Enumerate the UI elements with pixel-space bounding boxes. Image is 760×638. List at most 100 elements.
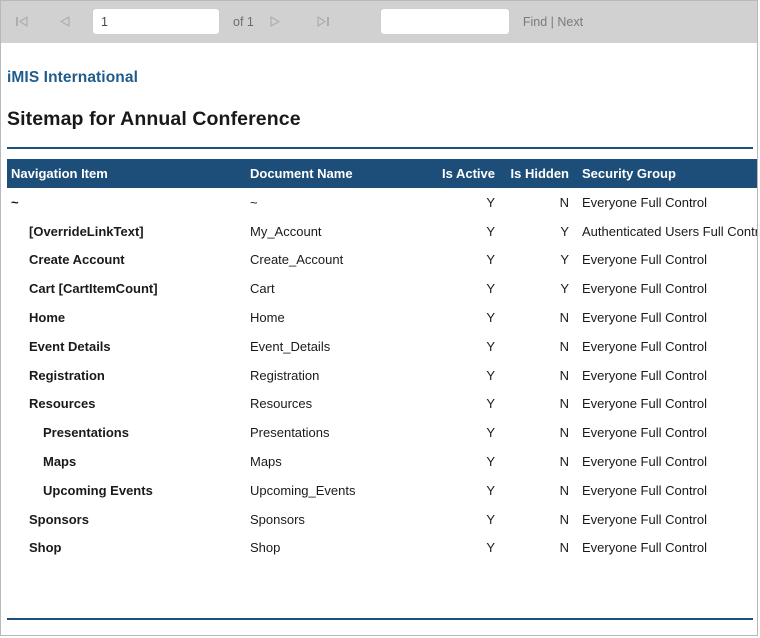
- table-row: ~ ~ Y N Everyone Full Control: [7, 188, 757, 217]
- cell-document-name: Shop: [250, 540, 281, 556]
- cell-security-group: Everyone Full Control: [582, 252, 707, 268]
- next-page-icon: [269, 15, 282, 28]
- last-page-button[interactable]: [310, 10, 338, 34]
- cell-document-name: Registration: [250, 367, 320, 383]
- cell-is-active: Y: [486, 310, 495, 326]
- report-viewer: of 1 Find | Next iMIS International Site…: [0, 0, 758, 636]
- report-toolbar: of 1 Find | Next: [1, 1, 757, 43]
- next-page-button[interactable]: [262, 10, 290, 34]
- page-title: Sitemap for Annual Conference: [7, 108, 301, 130]
- cell-is-active: Y: [486, 281, 495, 297]
- title-divider: [7, 147, 753, 149]
- cell-navigation-item: Maps: [43, 454, 77, 470]
- sitemap-table: Navigation Item Document Name Is Active …: [7, 159, 758, 563]
- cell-is-hidden: Y: [560, 281, 569, 297]
- cell-is-hidden: N: [559, 425, 569, 441]
- cell-is-active: Y: [486, 223, 495, 239]
- first-page-button[interactable]: [7, 10, 35, 34]
- cell-navigation-item: Presentations: [43, 425, 129, 441]
- organization-name: iMIS International: [7, 69, 138, 86]
- cell-is-hidden: N: [559, 482, 569, 498]
- table-header: Navigation Item Document Name Is Active …: [7, 159, 757, 188]
- cell-security-group: Everyone Full Control: [582, 454, 707, 470]
- cell-security-group: Everyone Full Control: [582, 281, 707, 297]
- cell-document-name: Maps: [250, 454, 282, 470]
- cell-is-hidden: N: [559, 310, 569, 326]
- cell-navigation-item: Resources: [29, 396, 96, 412]
- page-count-label: of 1: [233, 14, 254, 29]
- cell-navigation-item: Create Account: [29, 252, 125, 268]
- previous-page-button[interactable]: [50, 10, 78, 34]
- column-header-document-name: Document Name: [250, 159, 423, 188]
- table-header-row: Navigation Item Document Name Is Active …: [7, 159, 757, 188]
- table-row: [OverrideLinkText] My_Account Y Y Authentica…: [7, 217, 758, 246]
- cell-security-group: Everyone Full Control: [582, 310, 707, 326]
- cell-document-name: Cart: [250, 281, 275, 297]
- cell-security-group: Authenticated Users Full Control: [582, 223, 758, 239]
- cell-security-group: Everyone Full Control: [582, 482, 707, 498]
- table-row: Sponsors Sponsors Y N Everyone Full Control: [7, 505, 757, 534]
- footer-divider: [7, 618, 753, 620]
- cell-is-hidden: N: [559, 194, 569, 210]
- find-next-links: Find | Next: [523, 15, 583, 29]
- cell-is-active: Y: [486, 540, 495, 556]
- previous-page-icon: [58, 15, 71, 28]
- first-page-icon: [15, 15, 28, 28]
- last-page-icon: [317, 15, 330, 28]
- cell-document-name: Resources: [250, 396, 313, 412]
- cell-is-active: Y: [486, 511, 495, 527]
- cell-security-group: Everyone Full Control: [582, 194, 707, 210]
- cell-document-name: Sponsors: [250, 511, 305, 527]
- cell-is-active: Y: [486, 367, 495, 383]
- cell-is-active: Y: [486, 194, 495, 210]
- cell-is-hidden: Y: [560, 252, 569, 268]
- cell-is-active: Y: [486, 454, 495, 470]
- cell-document-name: Upcoming_Events: [250, 482, 356, 498]
- cell-is-hidden: N: [559, 511, 569, 527]
- cell-is-hidden: N: [559, 338, 569, 354]
- cell-document-name: Create_Account: [250, 252, 344, 268]
- cell-document-name: Home: [250, 310, 285, 326]
- cell-security-group: Everyone Full Control: [582, 425, 707, 441]
- find-link[interactable]: Find: [523, 15, 547, 29]
- table-row: Home Home Y N Everyone Full Control: [7, 303, 757, 332]
- cell-document-name: Presentations: [250, 425, 330, 441]
- table-row: Event Details Event_Details Y N Everyone Ful…: [7, 332, 757, 361]
- cell-navigation-item: Event Details: [29, 338, 111, 354]
- cell-navigation-item: Home: [29, 310, 66, 326]
- column-header-is-active: Is Active: [423, 159, 495, 188]
- cell-security-group: Everyone Full Control: [582, 396, 707, 412]
- cell-document-name: Event_Details: [250, 338, 331, 354]
- cell-document-name: My_Account: [250, 223, 322, 239]
- cell-is-active: Y: [486, 252, 495, 268]
- cell-navigation-item: [OverrideLinkText]: [29, 223, 144, 239]
- column-header-is-hidden: Is Hidden: [495, 159, 569, 188]
- table-body: ~ ~ Y N Everyone Full Control [OverrideLinkTe…: [7, 188, 758, 563]
- cell-navigation-item: Cart [CartItemCount]: [29, 281, 158, 297]
- column-header-navigation-item: Navigation Item: [7, 159, 250, 188]
- cell-navigation-item: Sponsors: [29, 511, 89, 527]
- table-row: Upcoming Events Upcoming_Events Y N Everyone…: [7, 476, 757, 505]
- cell-navigation-item: Shop: [29, 540, 62, 556]
- cell-navigation-item: Upcoming Events: [43, 482, 153, 498]
- table-row: Cart [CartItemCount] Cart Y Y Everyone Full …: [7, 274, 757, 303]
- page-number-input[interactable]: [92, 8, 220, 35]
- table-row: Registration Registration Y N Everyone Full …: [7, 361, 757, 390]
- cell-is-hidden: N: [559, 396, 569, 412]
- cell-is-active: Y: [486, 425, 495, 441]
- cell-is-active: Y: [486, 482, 495, 498]
- table-row: Create Account Create_Account Y Y Everyone F…: [7, 246, 757, 275]
- cell-document-name: ~: [250, 194, 258, 210]
- report-body: iMIS International Sitemap for Annual Co…: [1, 69, 758, 635]
- table-row: Shop Shop Y N Everyone Full Control: [7, 534, 757, 563]
- column-header-security-group: Security Group: [569, 159, 757, 188]
- cell-security-group: Everyone Full Control: [582, 367, 707, 383]
- find-input[interactable]: [379, 8, 510, 35]
- cell-security-group: Everyone Full Control: [582, 540, 707, 556]
- cell-is-hidden: N: [559, 367, 569, 383]
- next-link[interactable]: Next: [557, 15, 583, 29]
- cell-is-hidden: N: [559, 540, 569, 556]
- cell-is-active: Y: [486, 396, 495, 412]
- cell-security-group: Everyone Full Control: [582, 338, 707, 354]
- cell-security-group: Everyone Full Control: [582, 511, 707, 527]
